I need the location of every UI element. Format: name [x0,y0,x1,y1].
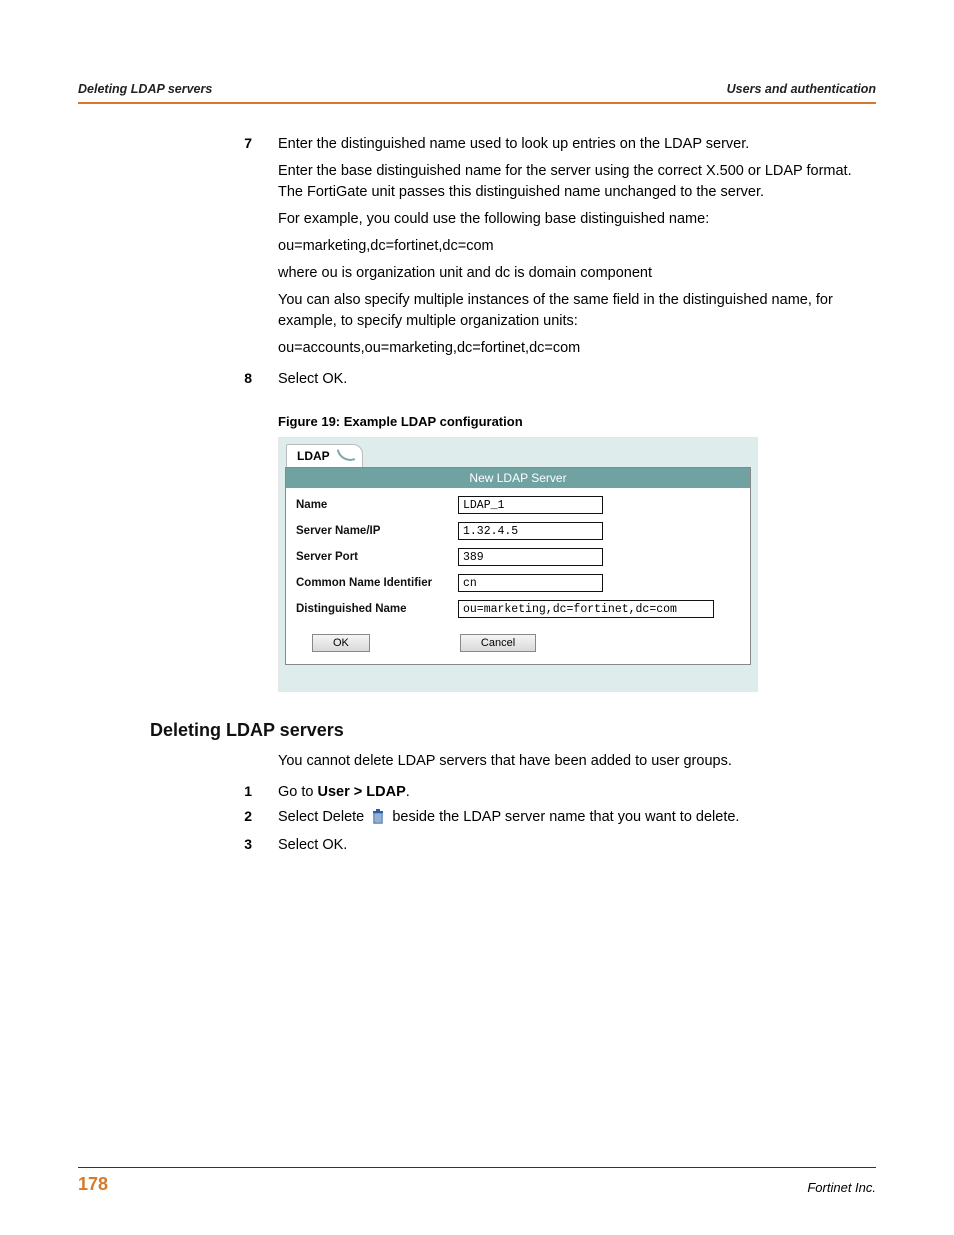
running-header: Deleting LDAP servers Users and authenti… [78,82,876,104]
tab-curve-icon [336,446,355,463]
page-number: 178 [78,1174,108,1195]
row-port: Server Port [296,548,740,566]
label-cn: Common Name Identifier [296,577,458,589]
panel-title: New LDAP Server [286,468,750,488]
label-dn: Distinguished Name [296,603,458,615]
step-number: 1 [78,782,278,803]
content-area: 7 Enter the distinguished name used to l… [78,134,876,1167]
delete-step-2: 2 Select Delete beside the LDAP server n… [78,807,876,831]
ok-button[interactable]: OK [312,634,370,652]
ldap-tab-label: LDAP [297,449,330,463]
row-cn: Common Name Identifier [296,574,740,592]
header-left: Deleting LDAP servers [78,82,212,96]
step-8: 8 Select OK. [78,369,876,396]
server-port-field[interactable] [458,548,603,566]
header-right: Users and authentication [727,82,876,96]
name-field[interactable] [458,496,603,514]
row-name: Name [296,496,740,514]
trash-icon [370,808,386,831]
company-name: Fortinet Inc. [807,1180,876,1195]
step-number: 3 [78,835,278,856]
step-body: Enter the distinguished name used to loo… [278,134,876,365]
label-port: Server Port [296,551,458,563]
ldap-tab[interactable]: LDAP [286,444,363,467]
page-footer: 178 Fortinet Inc. [78,1167,876,1195]
step-number: 7 [78,134,278,365]
section-heading: Deleting LDAP servers [150,720,876,741]
step-7: 7 Enter the distinguished name used to l… [78,134,876,365]
common-name-field[interactable] [458,574,603,592]
step-body: Select OK. [278,835,876,856]
label-name: Name [296,499,458,511]
step-number: 8 [78,369,278,396]
figure-caption: Figure 19: Example LDAP configuration [278,414,876,429]
figure-ldap-config: LDAP New LDAP Server Name Server Name/IP… [278,437,758,692]
cancel-button[interactable]: Cancel [460,634,536,652]
ldap-form-panel: New LDAP Server Name Server Name/IP Serv… [285,467,751,665]
label-server: Server Name/IP [296,525,458,537]
row-dn: Distinguished Name [296,600,740,618]
distinguished-name-field[interactable] [458,600,714,618]
step-body: Go to User > LDAP. [278,782,876,803]
server-name-ip-field[interactable] [458,522,603,540]
delete-step-3: 3 Select OK. [78,835,876,856]
step-body: Select Delete beside the LDAP server nam… [278,807,876,831]
section-intro: You cannot delete LDAP servers that have… [278,751,876,772]
step-body: Select OK. [278,369,876,396]
row-server: Server Name/IP [296,522,740,540]
delete-step-1: 1 Go to User > LDAP. [78,782,876,803]
step-number: 2 [78,807,278,831]
